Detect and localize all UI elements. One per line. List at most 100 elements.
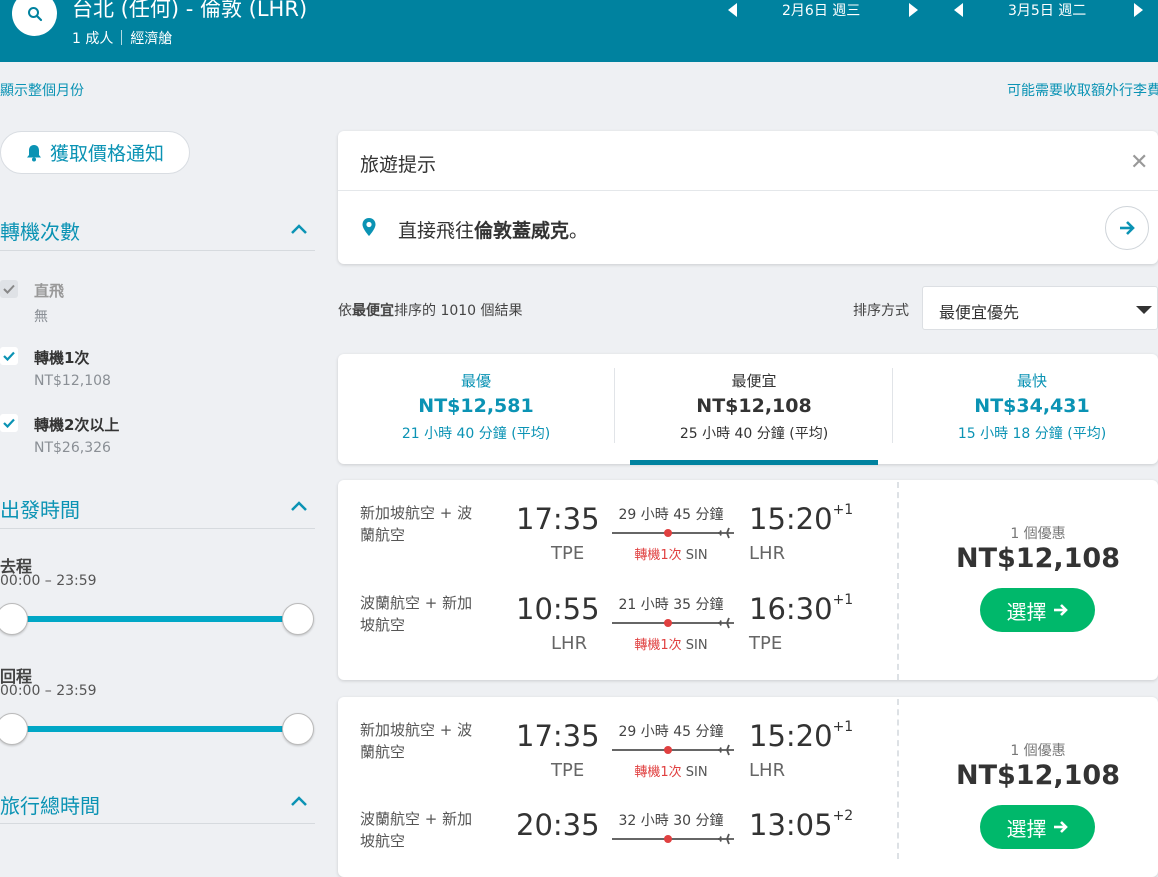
plane-icon (718, 744, 734, 756)
tab-fastest[interactable]: 最快 NT$34,431 15 小時 18 分鐘 (平均) (893, 370, 1158, 443)
arrow-right-icon (1120, 221, 1135, 235)
return-next-date-icon[interactable] (1134, 3, 1143, 17)
chevron-up-icon[interactable] (290, 795, 308, 807)
show-full-month-link[interactable]: 顯示整個月份 (0, 80, 84, 100)
sort-label: 排序方式 (853, 303, 909, 319)
deal-count[interactable]: 1 個優惠 (960, 740, 1116, 760)
check-icon (3, 351, 15, 361)
search-icon (27, 6, 42, 21)
chevron-up-icon[interactable] (290, 223, 308, 235)
departure-time: 20:35 (516, 808, 600, 842)
stop-option-label[interactable]: 轉機1次 (34, 347, 89, 368)
arrival-airport: TPE (749, 633, 783, 654)
tab-cheapest[interactable]: 最便宜 NT$12,108 25 小時 40 分鐘 (平均) (615, 370, 893, 443)
count-sort-name: 最便宜 (352, 303, 394, 319)
select-button[interactable]: 選擇 (980, 588, 1095, 632)
stop-option-label[interactable]: 直飛 (34, 280, 64, 301)
baggage-fee-link[interactable]: 可能需要收取額外行李費 (1007, 80, 1158, 100)
stop-info: 轉機1次 SIN (612, 761, 730, 780)
return-slider-max-handle[interactable] (282, 713, 314, 745)
price-alert-button[interactable]: 獲取價格通知 (0, 131, 190, 174)
return-slider-track[interactable] (12, 726, 298, 732)
tip-go-button[interactable] (1105, 206, 1149, 250)
travel-tip-text[interactable]: 直接飛往倫敦蓋威克。 (398, 216, 588, 243)
total-duration-title[interactable]: 旅行總時間 (0, 790, 100, 819)
departure-time-title[interactable]: 出發時間 (0, 494, 80, 523)
tab-label: 最優 (460, 372, 491, 390)
outbound-slider-max-handle[interactable] (282, 603, 314, 635)
return-prev-date-icon[interactable] (954, 3, 963, 17)
stop-option-price: NT$12,108 (34, 373, 111, 389)
bell-icon (26, 144, 41, 161)
stop-dot (664, 746, 672, 754)
arrival-time-value: 15:20 (749, 719, 833, 753)
route-title[interactable]: 台北 (任何) - 倫敦 (LHR) (72, 0, 307, 23)
tab-price: NT$12,581 (418, 395, 534, 417)
sort-select[interactable]: 最便宜優先 (922, 286, 1158, 330)
travel-tips-title: 旅遊提示 (360, 154, 437, 176)
arrival-day-offset: +1 (832, 502, 854, 519)
stop-option-price: 無 (34, 309, 48, 325)
arrival-time: 15:20+1 (749, 719, 853, 753)
arrival-time: 13:05+2 (749, 808, 853, 842)
divider (0, 250, 315, 251)
check-icon (3, 284, 15, 294)
plane-icon (718, 833, 734, 845)
tab-label: 最快 (1016, 372, 1047, 390)
return-slider-min-handle[interactable] (0, 713, 28, 745)
passenger-summary[interactable]: 1 成人 經濟艙 (72, 28, 172, 48)
outbound-slider-min-handle[interactable] (0, 603, 28, 635)
active-tab-indicator (630, 460, 878, 465)
airline-names: 波蘭航空 + 新加坡航空 (360, 594, 473, 634)
price-alert-label: 獲取價格通知 (49, 143, 164, 165)
search-button[interactable] (12, 0, 57, 36)
flight-price: NT$12,108 (956, 543, 1120, 574)
chevron-up-icon[interactable] (290, 500, 308, 512)
arrival-day-offset: +1 (832, 719, 854, 736)
return-date[interactable]: 3月5日 週二 (1008, 0, 1086, 20)
departure-airport: TPE (551, 543, 585, 564)
checkbox-one-stop[interactable] (0, 347, 18, 365)
close-icon[interactable]: ✕ (1130, 150, 1148, 175)
tab-label: 最便宜 (731, 372, 777, 390)
stop-count: 轉機1次 (634, 548, 682, 563)
stop-dot (664, 619, 672, 627)
depart-next-date-icon[interactable] (909, 3, 918, 17)
arrival-time-value: 16:30 (749, 592, 833, 626)
tab-duration: 25 小時 40 分鐘 (平均) (679, 426, 829, 442)
divider (0, 528, 315, 529)
stop-option-label[interactable]: 轉機2次以上 (34, 414, 119, 435)
tip-text-suffix: 。 (569, 220, 589, 242)
departure-time: 17:35 (516, 502, 600, 536)
select-button[interactable]: 選擇 (980, 805, 1095, 849)
plane-icon (718, 617, 734, 629)
checkbox-two-plus-stops[interactable] (0, 414, 18, 432)
arrival-day-offset: +2 (832, 808, 854, 825)
arrival-time-value: 13:05 (749, 808, 833, 842)
travel-tips-card (338, 131, 1158, 264)
arrival-day-offset: +1 (832, 592, 854, 609)
plane-icon (718, 527, 734, 539)
tab-duration: 21 小時 40 分鐘 (平均) (401, 426, 551, 442)
flight-duration: 29 小時 45 分鐘 (618, 724, 724, 740)
outbound-slider-track[interactable] (12, 616, 298, 622)
arrival-time-value: 15:20 (749, 502, 833, 536)
caret-down-icon[interactable] (1136, 306, 1152, 314)
arrow-right-icon (1053, 821, 1068, 833)
count-suffix: 排序的 1010 個結果 (394, 303, 523, 319)
deal-count[interactable]: 1 個優惠 (960, 523, 1116, 543)
checkbox-nonstop[interactable] (0, 280, 18, 298)
arrival-airport: LHR (749, 543, 786, 564)
divider (897, 699, 899, 859)
depart-prev-date-icon[interactable] (728, 3, 737, 17)
stop-dot (664, 835, 672, 843)
flight-duration: 32 小時 30 分鐘 (618, 813, 724, 829)
stops-filter-title[interactable]: 轉機次數 (0, 216, 80, 245)
passenger-count: 1 成人 (72, 31, 114, 47)
departure-time: 17:35 (516, 719, 600, 753)
tab-best[interactable]: 最優 NT$12,581 21 小時 40 分鐘 (平均) (337, 370, 615, 443)
flight-duration: 29 小時 45 分鐘 (618, 507, 724, 523)
depart-date[interactable]: 2月6日 週三 (782, 0, 860, 20)
divider (121, 30, 123, 45)
location-pin-icon (362, 218, 376, 236)
